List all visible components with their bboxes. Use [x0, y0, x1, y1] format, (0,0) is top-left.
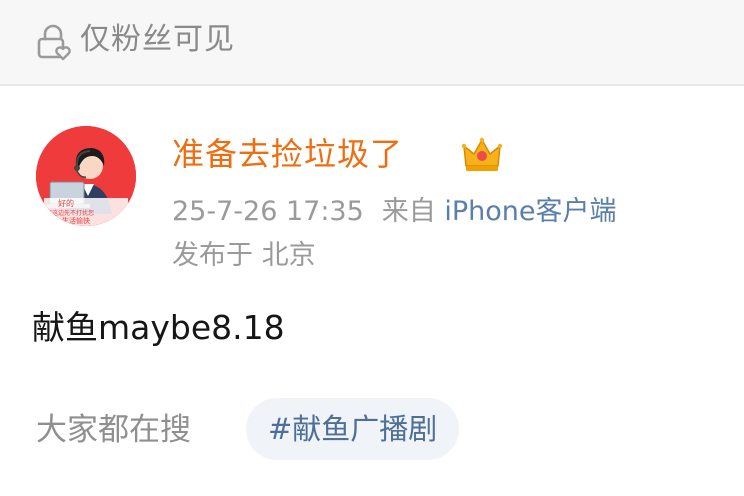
- lock-heart-icon: [37, 24, 71, 61]
- avatar-customer-service-icon: 好的 您这边先不打扰您 生活愉快: [36, 126, 136, 226]
- source-prefix: 来自: [381, 196, 436, 227]
- crown-icon[interactable]: [462, 136, 502, 174]
- trending-search-label: 大家都在搜: [36, 412, 191, 448]
- source-link[interactable]: iPhone客户端: [444, 196, 616, 227]
- post-timestamp: 25-7-26 17:35: [172, 196, 364, 227]
- post-location: 发布于 北京: [172, 240, 316, 271]
- privacy-label: 仅粉丝可见: [80, 22, 235, 57]
- username[interactable]: 准备去捡垃圾了: [172, 132, 403, 176]
- hashtag-chip[interactable]: #献鱼广播剧: [246, 398, 460, 460]
- post-body: 献鱼maybe8.18: [32, 308, 285, 347]
- avatar-caption-line-3: 生活愉快: [62, 216, 90, 225]
- avatar[interactable]: 好的 您这边先不打扰您 生活愉快: [36, 126, 136, 226]
- avatar-caption-line-2: 您这边先不打扰您: [46, 209, 94, 217]
- avatar-caption-line-1: 好的: [58, 198, 74, 208]
- privacy-bar: 仅粉丝可见: [0, 0, 744, 86]
- post-meta: 25-7-26 17:35 来自 iPhone客户端: [172, 192, 617, 232]
